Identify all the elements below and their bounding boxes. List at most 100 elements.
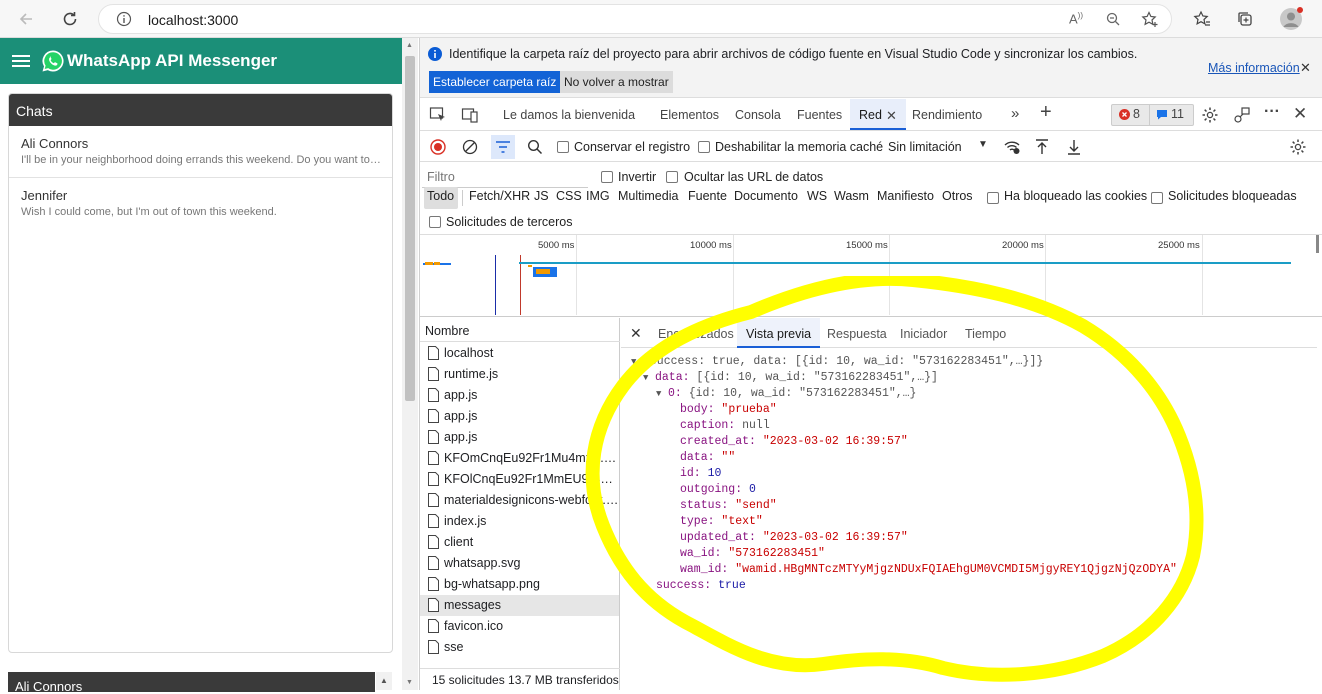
json-root-row[interactable]: ▼ {success: true, data: [{id: 10, wa_id: … [631,355,1043,368]
filter-input[interactable] [422,166,588,188]
record-stop-icon[interactable] [430,139,446,155]
filter-type-doc[interactable]: Documento [734,189,798,203]
filter-type-other[interactable]: Otros [942,189,973,203]
filter-type-ws[interactable]: WS [807,189,827,203]
tab-performance[interactable]: Rendimiento [912,108,982,122]
more-tabs-icon[interactable]: » [1011,105,1019,122]
import-har-icon[interactable] [1034,138,1050,156]
set-root-folder-button[interactable]: Establecer carpeta raíz [429,71,561,93]
device-emulation-icon[interactable] [461,106,479,124]
site-info-icon[interactable] [116,11,132,27]
blocked-cookies-checkbox[interactable] [987,192,999,204]
tab-headers[interactable]: Encabezados [658,327,734,341]
disable-cache-label: Deshabilitar la memoria caché [715,140,884,154]
tab-welcome[interactable]: Le damos la bienvenida [503,108,635,122]
filter-type-wasm[interactable]: Wasm [834,189,869,203]
zoom-icon[interactable] [1105,11,1121,27]
request-list: Nombre localhost runtime.js app.js app.j… [420,318,620,690]
request-row[interactable]: sse [420,637,619,658]
filter-type-font[interactable]: Fuente [688,189,727,203]
request-row[interactable]: favicon.ico [420,616,619,637]
tab-elements[interactable]: Elementos [660,108,719,122]
preserve-log-checkbox[interactable] [557,141,569,153]
scroll-down-icon[interactable]: ▼ [406,679,413,686]
request-row[interactable]: bg-whatsapp.png [420,574,619,595]
back-arrow-icon[interactable] [12,5,40,33]
blocked-requests-checkbox[interactable] [1151,192,1163,204]
json-item-row[interactable]: ▼ 0: {id: 10, wa_id: "573162283451",…} [656,387,916,400]
search-icon[interactable] [527,139,543,155]
tab-console[interactable]: Consola [735,108,781,122]
page-scrollbar[interactable]: ▲ ▼ [402,38,418,690]
settings-gear-icon[interactable] [1201,106,1219,124]
json-data-row[interactable]: ▼ data: [{id: 10, wa_id: "573162283451",…… [643,371,938,384]
name-column-header[interactable]: Nombre [420,318,620,342]
hide-data-urls-checkbox[interactable] [666,171,678,183]
share-feedback-icon[interactable] [1233,106,1251,124]
filter-type-manifest[interactable]: Manifiesto [877,189,934,203]
chat-item-jennifer[interactable]: Jennifer Wish I could come, but I'm out … [21,188,381,218]
request-row[interactable]: app.js [420,385,619,406]
request-name: messages [444,598,501,612]
disable-cache-checkbox[interactable] [698,141,710,153]
request-row-selected[interactable]: messages [420,595,619,616]
request-row[interactable]: materialdesignicons-webfont.woff2 [420,490,619,511]
request-row[interactable]: client [420,532,619,553]
request-row[interactable]: localhost [420,343,619,364]
chat-scroll-up-icon[interactable]: ▲ [376,672,392,690]
request-row[interactable]: app.js [420,427,619,448]
more-info-link[interactable]: Más información [1208,61,1300,75]
tab-timing[interactable]: Tiempo [965,327,1006,341]
request-row[interactable]: whatsapp.svg [420,553,619,574]
network-overview[interactable]: 5000 ms 10000 ms 15000 ms 20000 ms 25000… [420,235,1322,317]
invert-checkbox[interactable] [601,171,613,183]
filter-type-media[interactable]: Multimedia [618,189,678,203]
collections-icon[interactable] [1231,5,1259,33]
request-row[interactable]: runtime.js [420,364,619,385]
close-info-icon[interactable]: ✕ [1300,60,1311,76]
tab-sources[interactable]: Fuentes [797,108,842,122]
overview-handle[interactable] [1316,235,1319,253]
filter-type-js[interactable]: JS [534,189,549,203]
devtools-tabs: Le damos la bienvenida Elementos Consola… [420,99,1322,131]
inspect-element-icon[interactable] [429,106,447,124]
dont-show-again-button[interactable]: No volver a mostrar [560,71,673,93]
reload-icon[interactable] [56,5,84,33]
more-options-icon[interactable]: ··· [1264,103,1280,121]
close-detail-icon[interactable]: ✕ [630,325,642,342]
profile-avatar-icon[interactable] [1277,5,1305,33]
add-favorite-icon[interactable] [1141,11,1159,28]
export-har-icon[interactable] [1066,138,1082,156]
network-conditions-icon[interactable] [1003,139,1021,155]
scrollbar-thumb[interactable] [405,56,415,401]
address-bar[interactable]: localhost:3000 A)) [98,4,1172,34]
scroll-up-icon[interactable]: ▲ [406,42,413,49]
network-settings-icon[interactable] [1289,138,1307,156]
chat-item-ali-connors[interactable]: Ali Connors I'll be in your neighborhood… [21,136,381,166]
request-row[interactable]: KFOlCnqEu92Fr1MmEU9fBBc4.woff2 [420,469,619,490]
json-root-summary: {success: true, data: [{id: 10, wa_id: "… [643,355,1044,368]
read-aloud-icon[interactable]: A)) [1069,11,1083,26]
filter-type-img[interactable]: IMG [586,189,610,203]
request-row[interactable]: app.js [420,406,619,427]
tab-initiator[interactable]: Iniciador [900,327,947,341]
close-tab-icon[interactable]: ✕ [886,108,897,124]
blocked-requests-label: Solicitudes bloqueadas [1168,189,1297,203]
json-value: "2023-03-02 16:39:57" [762,435,908,448]
filter-type-css[interactable]: CSS [556,189,582,203]
favorites-icon[interactable] [1188,5,1216,33]
third-party-checkbox[interactable] [429,216,441,228]
request-row[interactable]: KFOmCnqEu92Fr1Mu4mxK.woff2 [420,448,619,469]
clear-icon[interactable] [462,139,478,155]
filter-type-all[interactable]: Todo [427,189,454,203]
close-devtools-icon[interactable]: ✕ [1293,104,1307,124]
request-row[interactable]: index.js [420,511,619,532]
timeline-tick: 15000 ms [846,240,888,251]
menu-icon[interactable] [12,53,30,69]
filter-type-fetch-xhr[interactable]: Fetch/XHR [469,189,530,203]
tab-response[interactable]: Respuesta [827,327,887,341]
add-tool-icon[interactable]: + [1040,101,1052,124]
chevron-down-icon: ▼ [978,139,988,150]
json-value: "prueba" [721,403,777,416]
chat-name: Jennifer [21,188,68,203]
